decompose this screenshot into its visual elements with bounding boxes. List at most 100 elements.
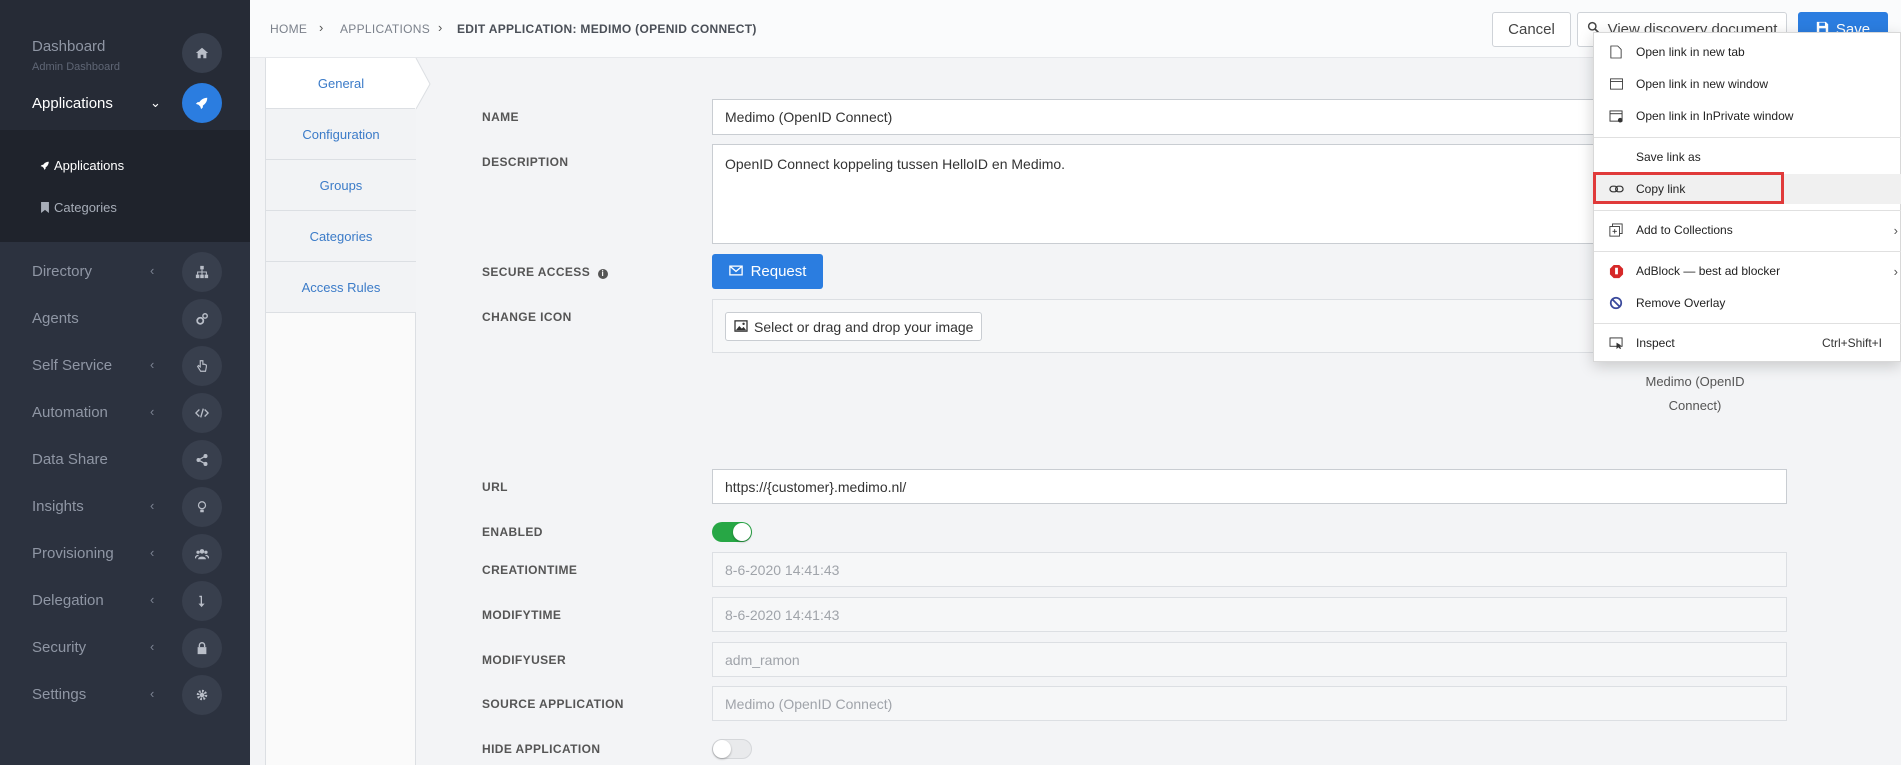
menu-separator	[1594, 137, 1901, 138]
breadcrumb-current: EDIT APPLICATION: MEDIMO (OPENID CONNECT…	[457, 22, 757, 36]
menu-item-label: Remove Overlay	[1636, 296, 1726, 310]
tab-label: Categories	[309, 228, 373, 244]
modifyuser-field: adm_ramon	[712, 642, 1787, 677]
users-icon	[182, 534, 222, 574]
sidebar-item-directory[interactable]: Directory ‹	[0, 248, 250, 295]
sidebar-item-applications[interactable]: Applications ⌄	[0, 80, 250, 127]
menu-adblock[interactable]: AdBlock — best ad blocker ›	[1594, 256, 1901, 286]
chevron-left-icon: ‹	[150, 404, 155, 419]
select-image-label: Select or drag and drop your image	[754, 318, 974, 335]
name-label: NAME	[482, 110, 519, 124]
sidebar-item-automation[interactable]: Automation ‹	[0, 389, 250, 436]
menu-separator	[1594, 251, 1901, 252]
block-icon	[1608, 295, 1624, 311]
tab-groups[interactable]: Groups	[266, 160, 416, 211]
menu-open-new-window[interactable]: Open link in new window	[1594, 69, 1901, 99]
select-image-button[interactable]: Select or drag and drop your image	[725, 312, 983, 341]
sidebar-item-insights[interactable]: Insights ‹	[0, 483, 250, 530]
sidebar-item-provisioning[interactable]: Provisioning ‹	[0, 530, 250, 577]
modifyuser-value: adm_ramon	[725, 651, 800, 668]
sidebar-subitem-categories[interactable]: Categories	[40, 200, 117, 215]
url-input[interactable]: https://{customer}.medimo.nl/	[712, 469, 1787, 504]
tab-access-rules[interactable]: Access Rules	[266, 262, 416, 313]
toggle-knob	[713, 740, 731, 758]
change-icon-label: CHANGE ICON	[482, 310, 572, 324]
sidebar-item-label: Applications	[32, 95, 113, 112]
sidebar-item-data-share[interactable]: Data Share	[0, 436, 250, 483]
url-value: https://{customer}.medimo.nl/	[725, 478, 907, 495]
menu-open-inprivate[interactable]: Open link in InPrivate window	[1594, 101, 1901, 131]
sidebar: Dashboard Admin Dashboard Applications ⌄…	[0, 0, 250, 765]
image-icon	[734, 319, 748, 335]
menu-remove-overlay[interactable]: Remove Overlay	[1594, 288, 1901, 318]
breadcrumb-applications[interactable]: APPLICATIONS	[340, 22, 430, 36]
menu-copy-link[interactable]: Copy link	[1594, 174, 1901, 204]
rocket-icon	[182, 83, 222, 123]
menu-save-link-as[interactable]: Save link as	[1594, 142, 1901, 172]
enabled-toggle[interactable]	[712, 522, 752, 542]
description-label: DESCRIPTION	[482, 155, 569, 169]
level-down-icon	[182, 581, 222, 621]
sidebar-item-label: Self Service	[32, 357, 113, 374]
source-application-field: Medimo (OpenID Connect)	[712, 686, 1787, 721]
icon-caption: Medimo (OpenID Connect)	[1645, 374, 1745, 413]
tab-label: Configuration	[302, 126, 380, 142]
creationtime-value: 8-6-2020 14:41:43	[725, 561, 840, 578]
chevron-right-icon: ›	[438, 20, 443, 35]
chevron-right-icon: ›	[319, 20, 324, 35]
chevron-left-icon: ‹	[150, 639, 155, 654]
toggle-knob	[733, 523, 751, 541]
chevron-left-icon: ‹	[150, 545, 155, 560]
gear-icon	[182, 675, 222, 715]
tab-label: Access Rules	[301, 279, 381, 295]
info-icon[interactable]: i	[597, 269, 608, 279]
sidebar-item-label: Insights	[32, 498, 84, 515]
name-value: Medimo (OpenID Connect)	[725, 109, 893, 125]
menu-item-label: Save link as	[1636, 150, 1701, 164]
menu-item-label: Open link in new window	[1636, 77, 1769, 91]
context-menu: Open link in new tab Open link in new wi…	[1593, 32, 1901, 362]
menu-open-new-tab[interactable]: Open link in new tab	[1594, 37, 1901, 67]
cancel-button[interactable]: Cancel	[1492, 12, 1571, 47]
sidebar-item-settings[interactable]: Settings ‹	[0, 671, 250, 718]
sidebar-item-security[interactable]: Security ‹	[0, 624, 250, 671]
adblock-icon	[1608, 263, 1624, 279]
sidebar-submenu: Applications Categories	[0, 130, 250, 242]
tab-label: General	[317, 75, 365, 91]
menu-inspect[interactable]: Inspect Ctrl+Shift+I	[1594, 328, 1901, 358]
sidebar-item-delegation[interactable]: Delegation ‹	[0, 577, 250, 624]
hide-application-toggle[interactable]	[712, 739, 752, 759]
chevron-left-icon: ‹	[150, 263, 155, 278]
lightbulb-icon	[182, 487, 222, 527]
window-icon	[1608, 76, 1624, 92]
modifytime-value: 8-6-2020 14:41:43	[725, 606, 840, 623]
tab-categories[interactable]: Categories	[266, 211, 416, 262]
chevron-down-icon: ⌄	[150, 95, 161, 110]
sidebar-subitem-label: Applications	[54, 158, 125, 173]
menu-separator	[1594, 210, 1901, 211]
menu-item-label: Open link in InPrivate window	[1636, 109, 1794, 123]
sidebar-item-label: Delegation	[32, 592, 104, 609]
chevron-right-icon: ›	[1893, 222, 1898, 238]
tab-general[interactable]: General	[266, 58, 416, 109]
request-button-label: Request	[750, 263, 807, 280]
tab-configuration[interactable]: Configuration	[266, 109, 416, 160]
hide-application-label: HIDE APPLICATION	[482, 742, 601, 756]
sidebar-item-self-service[interactable]: Self Service ‹	[0, 342, 250, 389]
source-application-value: Medimo (OpenID Connect)	[725, 695, 893, 712]
menu-item-label: Add to Collections	[1636, 223, 1733, 237]
breadcrumb-home[interactable]: HOME	[270, 22, 307, 36]
chevron-left-icon: ‹	[150, 592, 155, 607]
menu-add-to-collections[interactable]: Add to Collections ›	[1594, 215, 1901, 245]
cogs-icon	[182, 299, 222, 339]
sidebar-item-dashboard[interactable]: Dashboard Admin Dashboard	[0, 30, 250, 77]
cancel-button-label: Cancel	[1508, 21, 1555, 38]
request-button[interactable]: Request	[712, 254, 823, 289]
home-icon	[182, 33, 222, 73]
menu-item-shortcut: Ctrl+Shift+I	[1821, 336, 1882, 350]
sidebar-item-agents[interactable]: Agents	[0, 295, 250, 342]
description-value: OpenID Connect koppeling tussen HelloID …	[725, 156, 1066, 172]
modifyuser-label: MODIFYUSER	[482, 653, 567, 667]
modifytime-label: MODIFYTIME	[482, 608, 562, 622]
sidebar-subitem-applications[interactable]: Applications	[40, 158, 124, 173]
